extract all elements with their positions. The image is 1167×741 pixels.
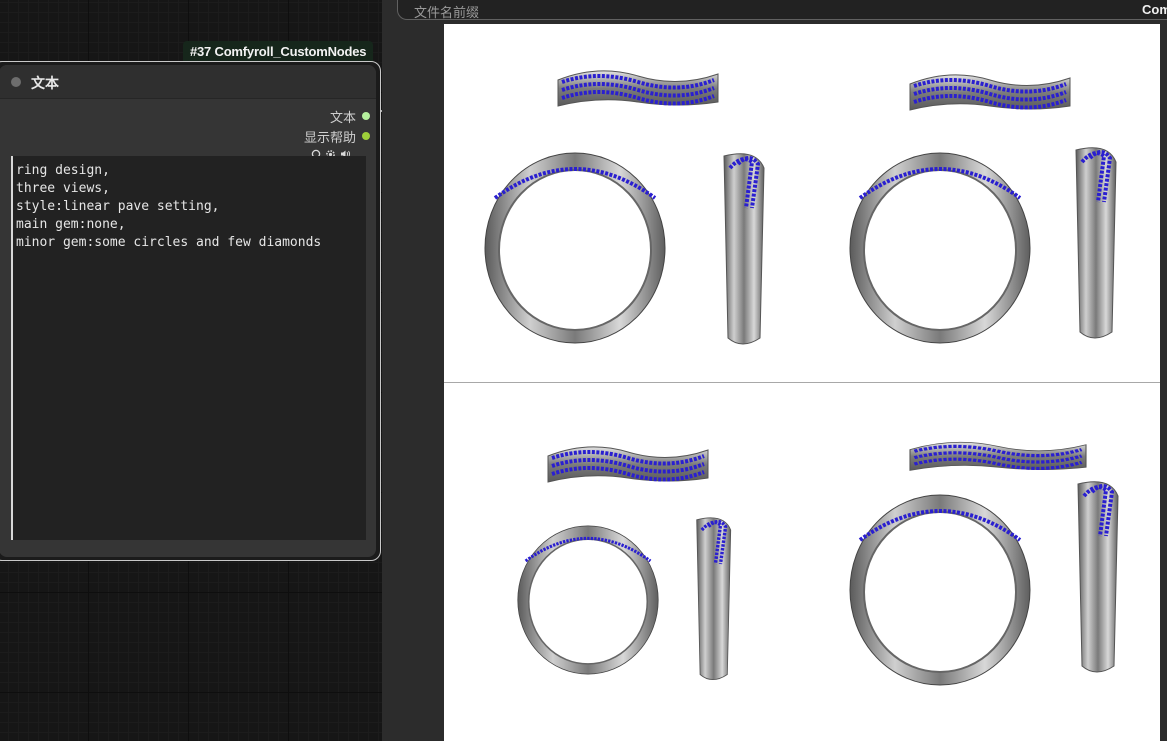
node-id-badge: #37 Comfyroll_CustomNodes xyxy=(183,41,374,63)
image-preview[interactable] xyxy=(444,24,1160,741)
render-top-left xyxy=(483,68,766,346)
truncated-label: Com xyxy=(1142,2,1167,17)
output-socket-icon[interactable] xyxy=(362,112,370,120)
node-title-bar[interactable]: 文本 xyxy=(0,65,376,99)
render-bottom-right xyxy=(848,442,1120,687)
prompt-textarea[interactable]: ring design, three views, style:linear p… xyxy=(11,156,366,540)
output-show-help[interactable]: 显示帮助 xyxy=(303,128,370,145)
ring-renders xyxy=(483,68,1120,687)
output-text[interactable]: 文本 xyxy=(329,108,370,125)
collapse-dot-icon[interactable] xyxy=(11,77,21,87)
node-title: 文本 xyxy=(31,75,59,91)
output-socket-icon[interactable] xyxy=(362,132,370,140)
output-label: 文本 xyxy=(329,109,356,125)
render-top-right xyxy=(848,72,1118,345)
filename-prefix-field[interactable]: 文件名前缀 Com xyxy=(397,0,1167,20)
render-bottom-left xyxy=(516,444,733,682)
output-label: 显示帮助 xyxy=(303,129,356,145)
filename-prefix-label: 文件名前缀 xyxy=(414,5,480,20)
